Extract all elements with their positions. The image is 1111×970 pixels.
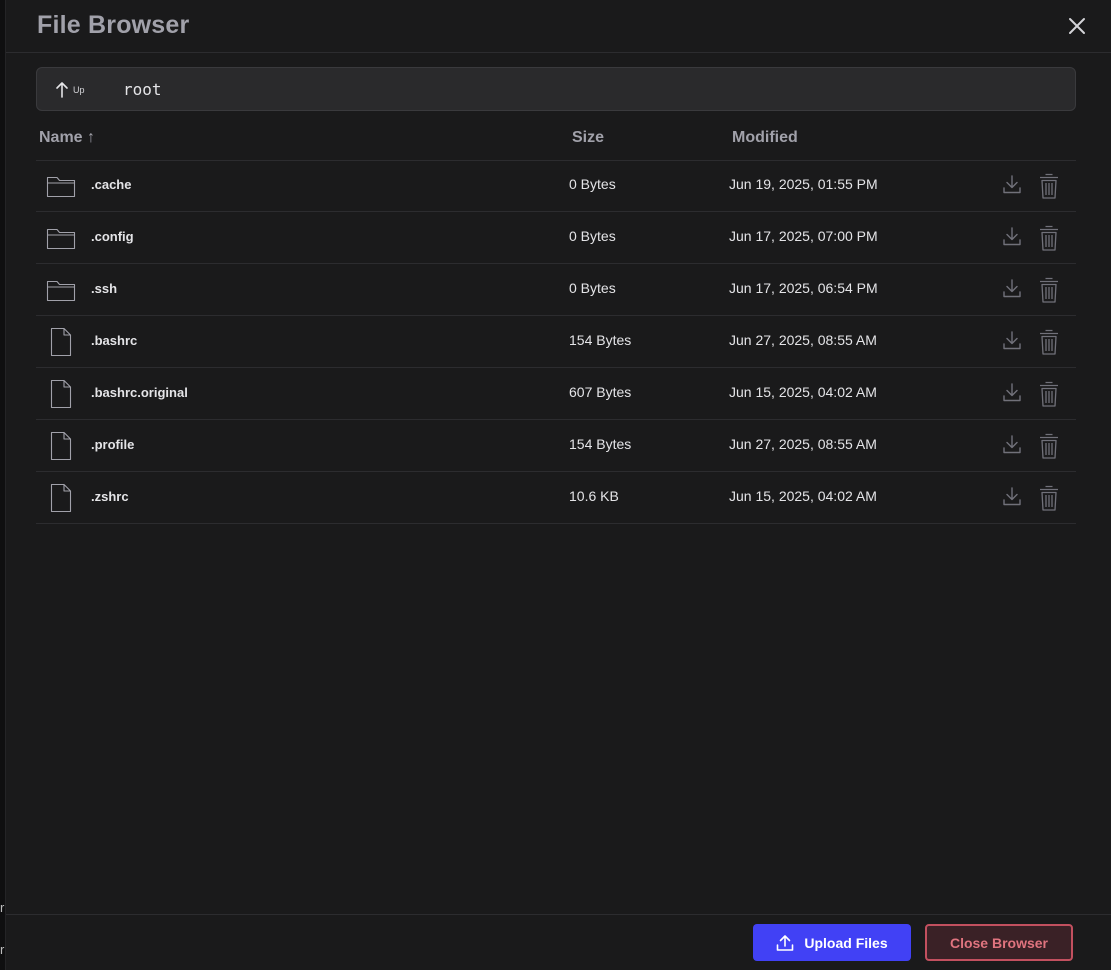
- trash-icon[interactable]: [1038, 326, 1060, 356]
- background-text-fragment: r: [0, 942, 5, 957]
- download-icon[interactable]: [1002, 485, 1022, 507]
- table-row[interactable]: .ssh 0 Bytes Jun 17, 2025, 06:54 PM: [36, 264, 1076, 316]
- file-modified: Jun 15, 2025, 04:02 AM: [729, 384, 877, 400]
- file-name[interactable]: .profile: [91, 437, 134, 452]
- table-header: Name ↑ Size Modified: [36, 120, 1076, 161]
- file-icon: [46, 483, 76, 513]
- up-button[interactable]: Up: [55, 79, 105, 101]
- up-label: Up: [73, 85, 85, 95]
- file-name[interactable]: .ssh: [91, 281, 117, 296]
- trash-icon[interactable]: [1038, 222, 1060, 252]
- file-modified: Jun 19, 2025, 01:55 PM: [729, 176, 878, 192]
- arrow-up-icon: [56, 82, 68, 98]
- close-browser-label: Close Browser: [949, 934, 1049, 951]
- table-row[interactable]: .bashrc.original 607 Bytes Jun 15, 2025,…: [36, 368, 1076, 420]
- file-icon: [46, 431, 76, 461]
- background-text-fragment: r: [0, 900, 5, 915]
- close-icon[interactable]: [1065, 14, 1089, 38]
- file-size: 154 Bytes: [569, 332, 632, 348]
- table-row[interactable]: .config 0 Bytes Jun 17, 2025, 07:00 PM: [36, 212, 1076, 264]
- file-list: .cache 0 Bytes Jun 19, 2025, 01:55 PM .c…: [36, 160, 1076, 524]
- upload-files-button[interactable]: Upload Files: [753, 924, 911, 961]
- file-icon: [46, 379, 76, 409]
- trash-icon[interactable]: [1038, 274, 1060, 304]
- trash-icon[interactable]: [1038, 430, 1060, 460]
- column-header-size[interactable]: Size: [572, 129, 604, 147]
- download-icon[interactable]: [1002, 173, 1022, 195]
- table-row[interactable]: .bashrc 154 Bytes Jun 27, 2025, 08:55 AM: [36, 316, 1076, 368]
- file-modified: Jun 17, 2025, 06:54 PM: [729, 280, 878, 296]
- file-modified: Jun 27, 2025, 08:55 AM: [729, 436, 877, 452]
- file-name[interactable]: .cache: [91, 177, 131, 192]
- file-modified: Jun 15, 2025, 04:02 AM: [729, 488, 877, 504]
- download-icon[interactable]: [1002, 277, 1022, 299]
- file-size: 0 Bytes: [569, 280, 616, 296]
- file-size: 0 Bytes: [569, 228, 616, 244]
- download-icon[interactable]: [1002, 433, 1022, 455]
- upload-files-label: Upload Files: [804, 934, 888, 951]
- trash-icon[interactable]: [1038, 170, 1060, 200]
- file-name[interactable]: .bashrc.original: [91, 385, 188, 400]
- file-size: 0 Bytes: [569, 176, 616, 192]
- close-browser-button[interactable]: Close Browser: [925, 924, 1073, 961]
- upload-icon: [777, 934, 794, 951]
- trash-icon[interactable]: [1038, 482, 1060, 512]
- modal-title: File Browser: [37, 11, 190, 39]
- folder-icon: [46, 275, 76, 305]
- download-icon[interactable]: [1002, 225, 1022, 247]
- folder-icon: [46, 223, 76, 253]
- file-name[interactable]: .config: [91, 229, 134, 244]
- path-bar: Up root: [36, 67, 1076, 111]
- download-icon[interactable]: [1002, 329, 1022, 351]
- file-browser-modal: File Browser Up root Name ↑ Size Modifie…: [5, 0, 1111, 970]
- column-header-modified[interactable]: Modified: [732, 129, 798, 147]
- table-row[interactable]: .profile 154 Bytes Jun 27, 2025, 08:55 A…: [36, 420, 1076, 472]
- download-icon[interactable]: [1002, 381, 1022, 403]
- current-path: root: [123, 80, 162, 99]
- file-size: 607 Bytes: [569, 384, 632, 400]
- file-name[interactable]: .zshrc: [91, 489, 129, 504]
- modal-header: File Browser: [6, 0, 1111, 53]
- column-header-name[interactable]: Name ↑: [39, 129, 95, 147]
- file-size: 10.6 KB: [569, 488, 619, 504]
- file-icon: [46, 327, 76, 357]
- folder-icon: [46, 171, 76, 201]
- table-row[interactable]: .cache 0 Bytes Jun 19, 2025, 01:55 PM: [36, 160, 1076, 212]
- modal-footer: Upload Files Close Browser: [6, 914, 1111, 970]
- trash-icon[interactable]: [1038, 378, 1060, 408]
- file-modified: Jun 17, 2025, 07:00 PM: [729, 228, 878, 244]
- file-name[interactable]: .bashrc: [91, 333, 137, 348]
- table-row[interactable]: .zshrc 10.6 KB Jun 15, 2025, 04:02 AM: [36, 472, 1076, 524]
- file-modified: Jun 27, 2025, 08:55 AM: [729, 332, 877, 348]
- file-size: 154 Bytes: [569, 436, 632, 452]
